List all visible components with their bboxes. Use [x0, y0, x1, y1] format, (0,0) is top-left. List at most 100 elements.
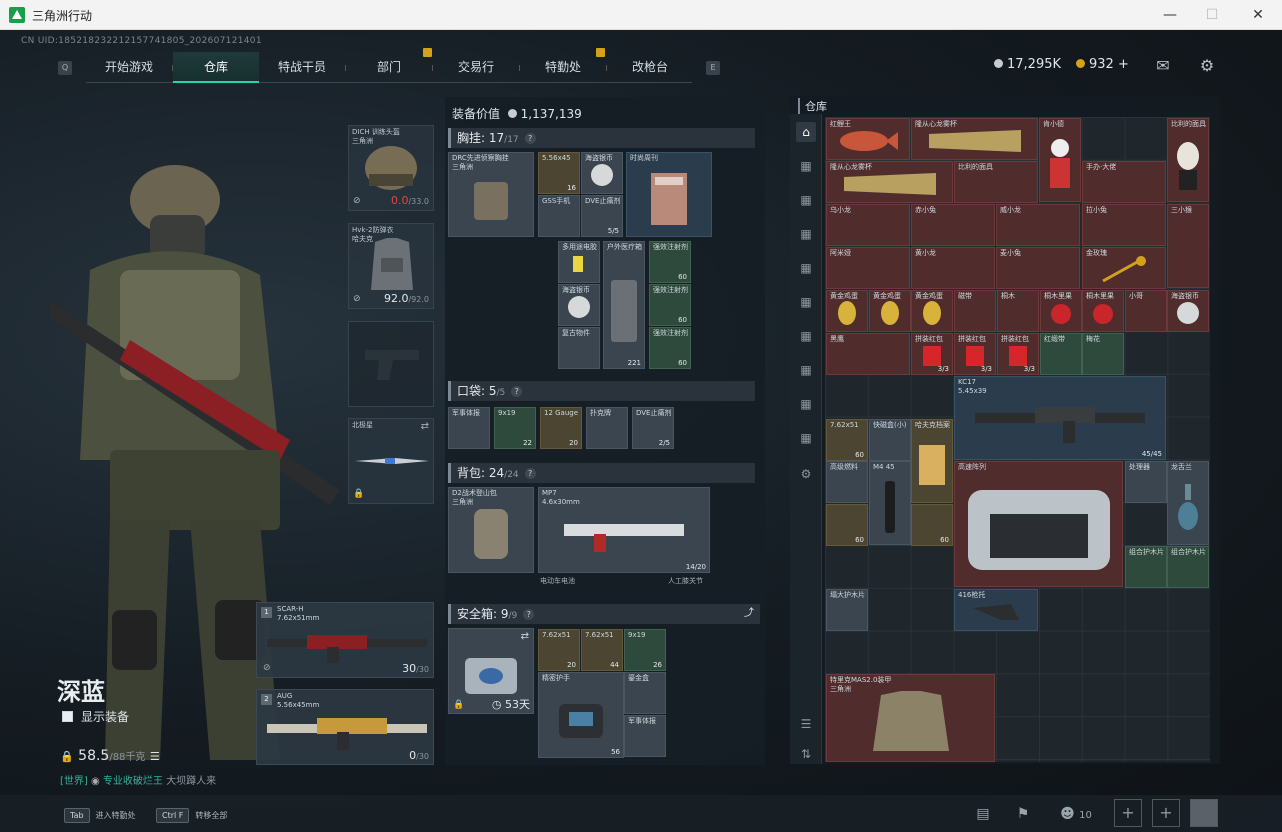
- tape-item[interactable]: 多用途电胶: [558, 241, 600, 283]
- stash-item[interactable]: 拉小兔: [1082, 204, 1166, 246]
- chat-line[interactable]: [世界] ◉ 专业收破烂王 大坝蹲人来: [60, 772, 216, 787]
- stash-home-icon[interactable]: ⌂: [796, 122, 816, 142]
- team-count[interactable]: ☻ 10: [1056, 803, 1096, 825]
- stash-item[interactable]: 拼装红包 3/3: [911, 333, 953, 375]
- safe-item[interactable]: 7.62x51 44: [581, 629, 623, 671]
- add-gold-button[interactable]: +: [1118, 57, 1129, 72]
- pocket-item[interactable]: 9x19 22: [494, 407, 536, 449]
- stash-page-icon[interactable]: ▦: [796, 258, 816, 278]
- pistol-slot[interactable]: [348, 321, 434, 407]
- tab-gunsmith[interactable]: 改枪台: [607, 52, 693, 83]
- stash-item[interactable]: 隆从心龙雾杯: [826, 161, 953, 203]
- stash-page-icon[interactable]: ▦: [796, 360, 816, 380]
- layers-icon[interactable]: ☰: [796, 714, 816, 734]
- show-equipment-toggle[interactable]: 显示装备: [62, 708, 129, 725]
- stash-weapon-item[interactable]: KC17 5.45x39 45/45: [954, 376, 1166, 460]
- stash-item[interactable]: 小哥: [1125, 290, 1167, 332]
- stash-item[interactable]: 快磁盒(小): [869, 419, 911, 461]
- magazine-item[interactable]: 时尚周刊: [626, 152, 712, 237]
- stash-page-icon[interactable]: ▦: [796, 428, 816, 448]
- add-teammate-button[interactable]: +: [1114, 799, 1142, 827]
- stash-page-icon[interactable]: ▦: [796, 224, 816, 244]
- stash-item[interactable]: 金玫瑰: [1082, 247, 1166, 289]
- phone-item[interactable]: GSS手机: [538, 195, 580, 237]
- tab-trading[interactable]: 交易行: [433, 52, 519, 83]
- stash-armor-item[interactable]: 特里克MAS2.0装甲 三角洲: [826, 674, 995, 762]
- stash-item[interactable]: 塌大护木片: [826, 589, 868, 631]
- pin-icon[interactable]: ⤴: [744, 604, 754, 624]
- stash-item[interactable]: 处理器: [1125, 461, 1167, 503]
- stash-item[interactable]: 7.62x51 60: [826, 419, 868, 461]
- minimize-icon[interactable]: —: [1156, 4, 1184, 26]
- pocket-item[interactable]: 军事体报: [448, 407, 490, 449]
- medkit-item[interactable]: 户外医疗箱 221: [603, 241, 645, 369]
- avatar[interactable]: [1190, 799, 1218, 827]
- stash-item[interactable]: 桐木里果: [1040, 290, 1082, 332]
- melee-slot[interactable]: 北极星 ⇄ 🔒: [348, 418, 434, 504]
- stash-item[interactable]: 黑鹰: [826, 333, 910, 375]
- tab-warehouse[interactable]: 仓库: [173, 52, 259, 83]
- pocket-item[interactable]: 12 Gauge 20: [540, 407, 582, 449]
- stash-item[interactable]: 高级燃料: [826, 461, 868, 503]
- painkiller-item[interactable]: DVE止痛剂 5/5: [581, 195, 623, 237]
- ammo-item[interactable]: 5.56x45 16: [538, 152, 580, 194]
- primary-weapon-slot[interactable]: 1 SCAR-H 7.62x51mm ⊘ 30/30: [256, 602, 434, 678]
- settings-gear-icon[interactable]: ⚙: [1197, 56, 1217, 76]
- stash-item[interactable]: 阿米娅: [826, 247, 910, 289]
- stash-item[interactable]: 组合护木片: [1167, 546, 1209, 588]
- maximize-icon[interactable]: ☐: [1198, 4, 1226, 26]
- help-icon[interactable]: ?: [524, 468, 536, 479]
- armor-slot[interactable]: Hvk-2防弹衣 哈夫克 ⊘ 92.0/92.0: [348, 223, 434, 309]
- stash-item[interactable]: 磁带: [954, 290, 996, 332]
- add-teammate-button[interactable]: +: [1152, 799, 1180, 827]
- stash-page-icon[interactable]: ▦: [796, 292, 816, 312]
- stash-item[interactable]: 黄金鸡蛋: [869, 290, 911, 332]
- safe-item[interactable]: 精密护手 56: [538, 672, 624, 758]
- stash-item[interactable]: 黄金鸡蛋: [911, 290, 953, 332]
- help-icon[interactable]: ?: [511, 386, 523, 397]
- stash-item[interactable]: 海盗银币: [1167, 290, 1209, 332]
- knee-item-label[interactable]: 人工膝关节: [668, 576, 703, 586]
- stash-item[interactable]: 麦小兔: [996, 247, 1080, 289]
- silver-coin-item[interactable]: 海盗银币: [581, 152, 623, 194]
- stash-item[interactable]: 隆从心龙雾杯: [911, 118, 1038, 160]
- stash-item[interactable]: 拼装红包 3/3: [954, 333, 996, 375]
- battery-item-label[interactable]: 电动车电池: [540, 576, 575, 586]
- flag-icon[interactable]: ⚑: [1012, 803, 1034, 825]
- stash-item[interactable]: 比利的面具: [1167, 118, 1209, 202]
- stash-item[interactable]: 龙舌兰: [1167, 461, 1209, 545]
- stash-item[interactable]: 黄小龙: [911, 247, 995, 289]
- stash-item[interactable]: 60: [911, 504, 953, 546]
- enter-special-ops-hint[interactable]: Tab 进入特勤处: [64, 808, 136, 823]
- stash-item[interactable]: 比利的面具: [954, 161, 1038, 203]
- tab-operators[interactable]: 特战干员: [259, 52, 345, 83]
- injector-item[interactable]: 强效注射剂 60: [649, 284, 691, 326]
- tab-special-ops[interactable]: 特勤处: [520, 52, 606, 83]
- close-icon[interactable]: ✕: [1244, 4, 1272, 26]
- backpack-item[interactable]: D2战术登山包 三角洲: [448, 487, 534, 573]
- secondary-weapon-slot[interactable]: 2 AUG 5.56x45mm 0/30: [256, 689, 434, 765]
- sort-icon[interactable]: ⇅: [796, 744, 816, 764]
- help-icon[interactable]: ?: [523, 609, 535, 620]
- pocket-item[interactable]: 扑克牌: [586, 407, 628, 449]
- stash-item[interactable]: 黄金鸡蛋: [826, 290, 868, 332]
- swap-icon[interactable]: ⇄: [521, 631, 529, 642]
- stats-chart-icon[interactable]: ▤: [972, 803, 994, 825]
- safebox-container[interactable]: ⇄ 🔒 ◷ 53天: [448, 628, 534, 714]
- stash-item[interactable]: M4 45: [869, 461, 911, 545]
- stash-page-icon[interactable]: ▦: [796, 326, 816, 346]
- safe-item[interactable]: 9x19 26: [624, 629, 666, 671]
- nav-next-key[interactable]: E: [706, 61, 720, 75]
- stash-page-icon[interactable]: ▦: [796, 394, 816, 414]
- stash-item[interactable]: 乌小龙: [826, 204, 910, 246]
- swap-icon[interactable]: ⇄: [421, 421, 429, 432]
- stash-item[interactable]: 组合护木片: [1125, 546, 1167, 588]
- smg-item[interactable]: MP7 4.6x30mm 14/20: [538, 487, 710, 573]
- stash-item[interactable]: 三小猴: [1167, 204, 1209, 288]
- nav-prev-key[interactable]: Q: [58, 61, 72, 75]
- stash-page-icon[interactable]: ▦: [796, 190, 816, 210]
- transfer-all-hint[interactable]: Ctrl F 转移全部: [156, 808, 227, 823]
- pocket-item[interactable]: DVE止痛剂 2/5: [632, 407, 674, 449]
- silver-coin-item[interactable]: 海盗银币: [558, 284, 600, 326]
- safe-item[interactable]: 7.62x51 20: [538, 629, 580, 671]
